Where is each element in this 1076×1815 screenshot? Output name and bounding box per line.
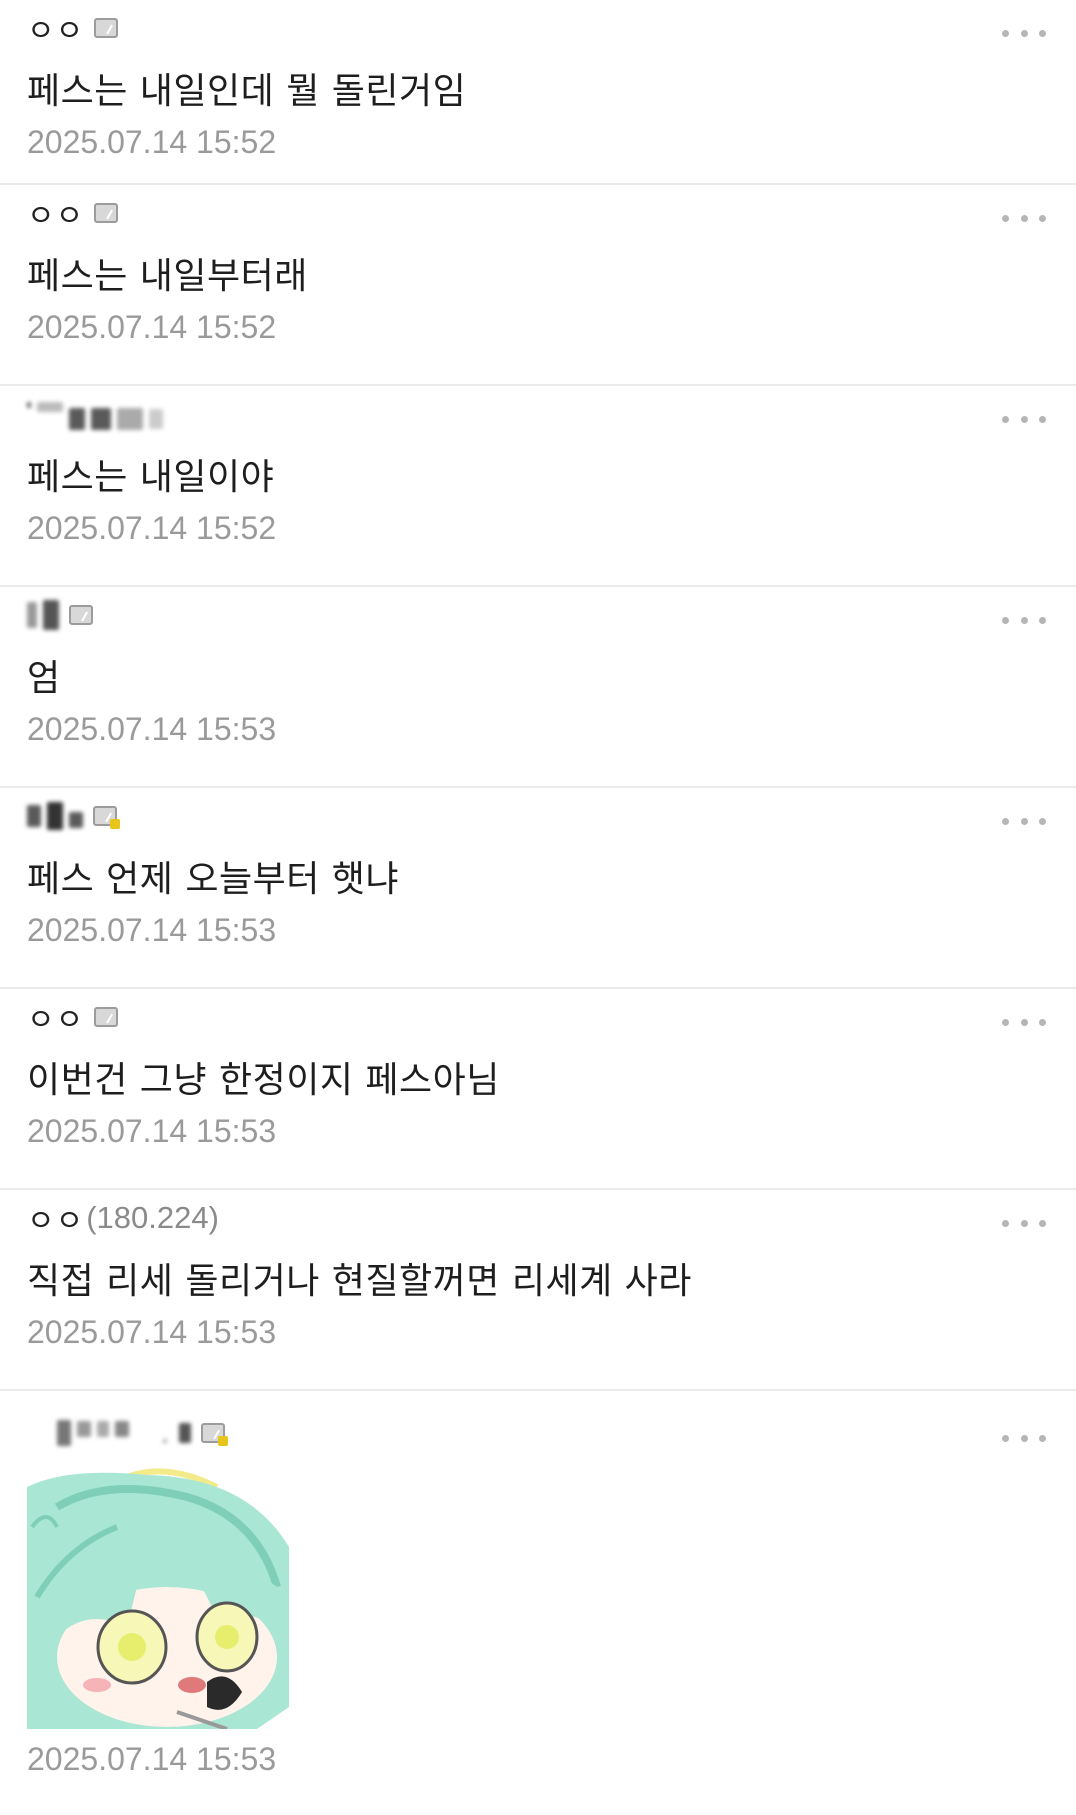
user-badge-icon [94, 18, 119, 38]
more-options-button[interactable] [1002, 1423, 1046, 1453]
dot-icon [1039, 1018, 1046, 1026]
more-options-button[interactable] [1002, 1208, 1046, 1238]
sticker-image [27, 1467, 289, 1729]
comment-time: 2025.07.14 15:52 [27, 124, 277, 160]
comment-header: ㅇㅇ [27, 6, 119, 50]
dot-icon [1039, 817, 1046, 825]
comment-ip: (180.224) [86, 1200, 219, 1235]
user-badge-icon [94, 203, 119, 223]
dot-icon [1002, 1219, 1009, 1227]
dot-icon [1020, 1434, 1028, 1442]
more-options-button[interactable] [1002, 1007, 1046, 1037]
comment-nickname[interactable]: ㅇㅇ [27, 995, 84, 1039]
blurred-nickname[interactable] [27, 598, 59, 632]
comment-header: ㅇㅇ (180.224) [27, 1196, 219, 1240]
comment-header [27, 796, 120, 836]
comment-header [27, 1413, 228, 1453]
comment-time: 2025.07.14 15:53 [27, 1314, 277, 1350]
user-badge-icon [69, 605, 93, 625]
comment-time: 2025.07.14 15:53 [27, 1113, 277, 1149]
more-options-button[interactable] [1002, 605, 1046, 635]
comment-item: 페스 언제 오늘부터 햇냐 2025.07.14 15:53 [0, 788, 1076, 989]
comment-item: 2025.07.14 15:53 [0, 1391, 1076, 1801]
dot-icon [1002, 29, 1009, 37]
dot-icon [1020, 817, 1028, 825]
comment-header: ㅇㅇ [27, 995, 119, 1039]
comment-time: 2025.07.14 15:52 [27, 510, 277, 546]
more-options-button[interactable] [1002, 203, 1046, 233]
comment-text: 엄 [27, 658, 61, 699]
anime-girl-sticker[interactable] [27, 1467, 289, 1729]
comment-list: ㅇㅇ 페스는 내일인데 뭘 돌린거임 2025.07.14 15:52 ㅇㅇ 페… [0, 0, 1076, 1801]
comment-header [27, 595, 93, 635]
comment-nickname[interactable]: ㅇㅇ [27, 191, 84, 235]
dot-icon [1020, 1219, 1028, 1227]
dot-icon [1020, 616, 1028, 624]
dot-icon [1002, 817, 1009, 825]
dot-icon [1020, 214, 1028, 222]
comment-item: ㅇㅇ 페스는 내일인데 뭘 돌린거임 2025.07.14 15:52 [0, 0, 1076, 185]
comment-text: 페스는 내일부터래 [27, 256, 308, 297]
comment-header: ㅇㅇ [27, 191, 119, 235]
dot-icon [1039, 1219, 1046, 1227]
comment-nickname[interactable]: ㅇㅇ [27, 6, 84, 50]
dot-icon [1039, 616, 1046, 624]
dot-icon [1020, 29, 1028, 37]
dot-icon [1002, 616, 1009, 624]
more-options-button[interactable] [1002, 404, 1046, 434]
comment-item: 엄 2025.07.14 15:53 [0, 587, 1076, 788]
comment-text: 페스는 내일이야 [27, 457, 275, 498]
user-badge-icon [201, 1423, 228, 1446]
blurred-nickname[interactable] [57, 1416, 191, 1450]
dot-icon [1002, 214, 1009, 222]
comment-nickname[interactable]: ㅇㅇ [27, 1196, 84, 1240]
more-options-button[interactable] [1002, 18, 1046, 48]
dot-icon [1039, 415, 1046, 423]
dot-icon [1039, 29, 1046, 37]
comment-time: 2025.07.14 15:53 [27, 912, 277, 948]
comment-item: ㅇㅇ 이번건 그냥 한정이지 페스아님 2025.07.14 15:53 [0, 989, 1076, 1190]
dot-icon [1039, 1434, 1046, 1442]
dot-icon [1002, 415, 1009, 423]
comment-text: 직접 리세 돌리거나 현질할꺼면 리세계 사라 [27, 1261, 692, 1302]
comment-text: 페스 언제 오늘부터 햇냐 [27, 859, 400, 900]
more-options-button[interactable] [1002, 806, 1046, 836]
user-badge-icon [94, 1007, 119, 1027]
dot-icon [1020, 1018, 1028, 1026]
dot-icon [1020, 415, 1028, 423]
comment-time: 2025.07.14 15:52 [27, 309, 277, 345]
dot-icon [1039, 214, 1046, 222]
comment-time: 2025.07.14 15:53 [27, 711, 277, 747]
comment-item: ㅇㅇ (180.224) 직접 리세 돌리거나 현질할꺼면 리세계 사라 202… [0, 1190, 1076, 1391]
user-badge-icon [93, 806, 120, 829]
dot-icon [1002, 1434, 1009, 1442]
comment-header [27, 394, 163, 434]
dot-icon [1002, 1018, 1009, 1026]
comment-item: 페스는 내일이야 2025.07.14 15:52 [0, 386, 1076, 587]
comment-item: ㅇㅇ 페스는 내일부터래 2025.07.14 15:52 [0, 185, 1076, 386]
blurred-nickname[interactable] [27, 799, 83, 833]
comment-text: 이번건 그냥 한정이지 페스아님 [27, 1060, 500, 1101]
comment-text: 페스는 내일인데 뭘 돌린거임 [27, 71, 467, 112]
comment-time: 2025.07.14 15:53 [27, 1741, 277, 1777]
blurred-nickname[interactable] [27, 397, 163, 431]
